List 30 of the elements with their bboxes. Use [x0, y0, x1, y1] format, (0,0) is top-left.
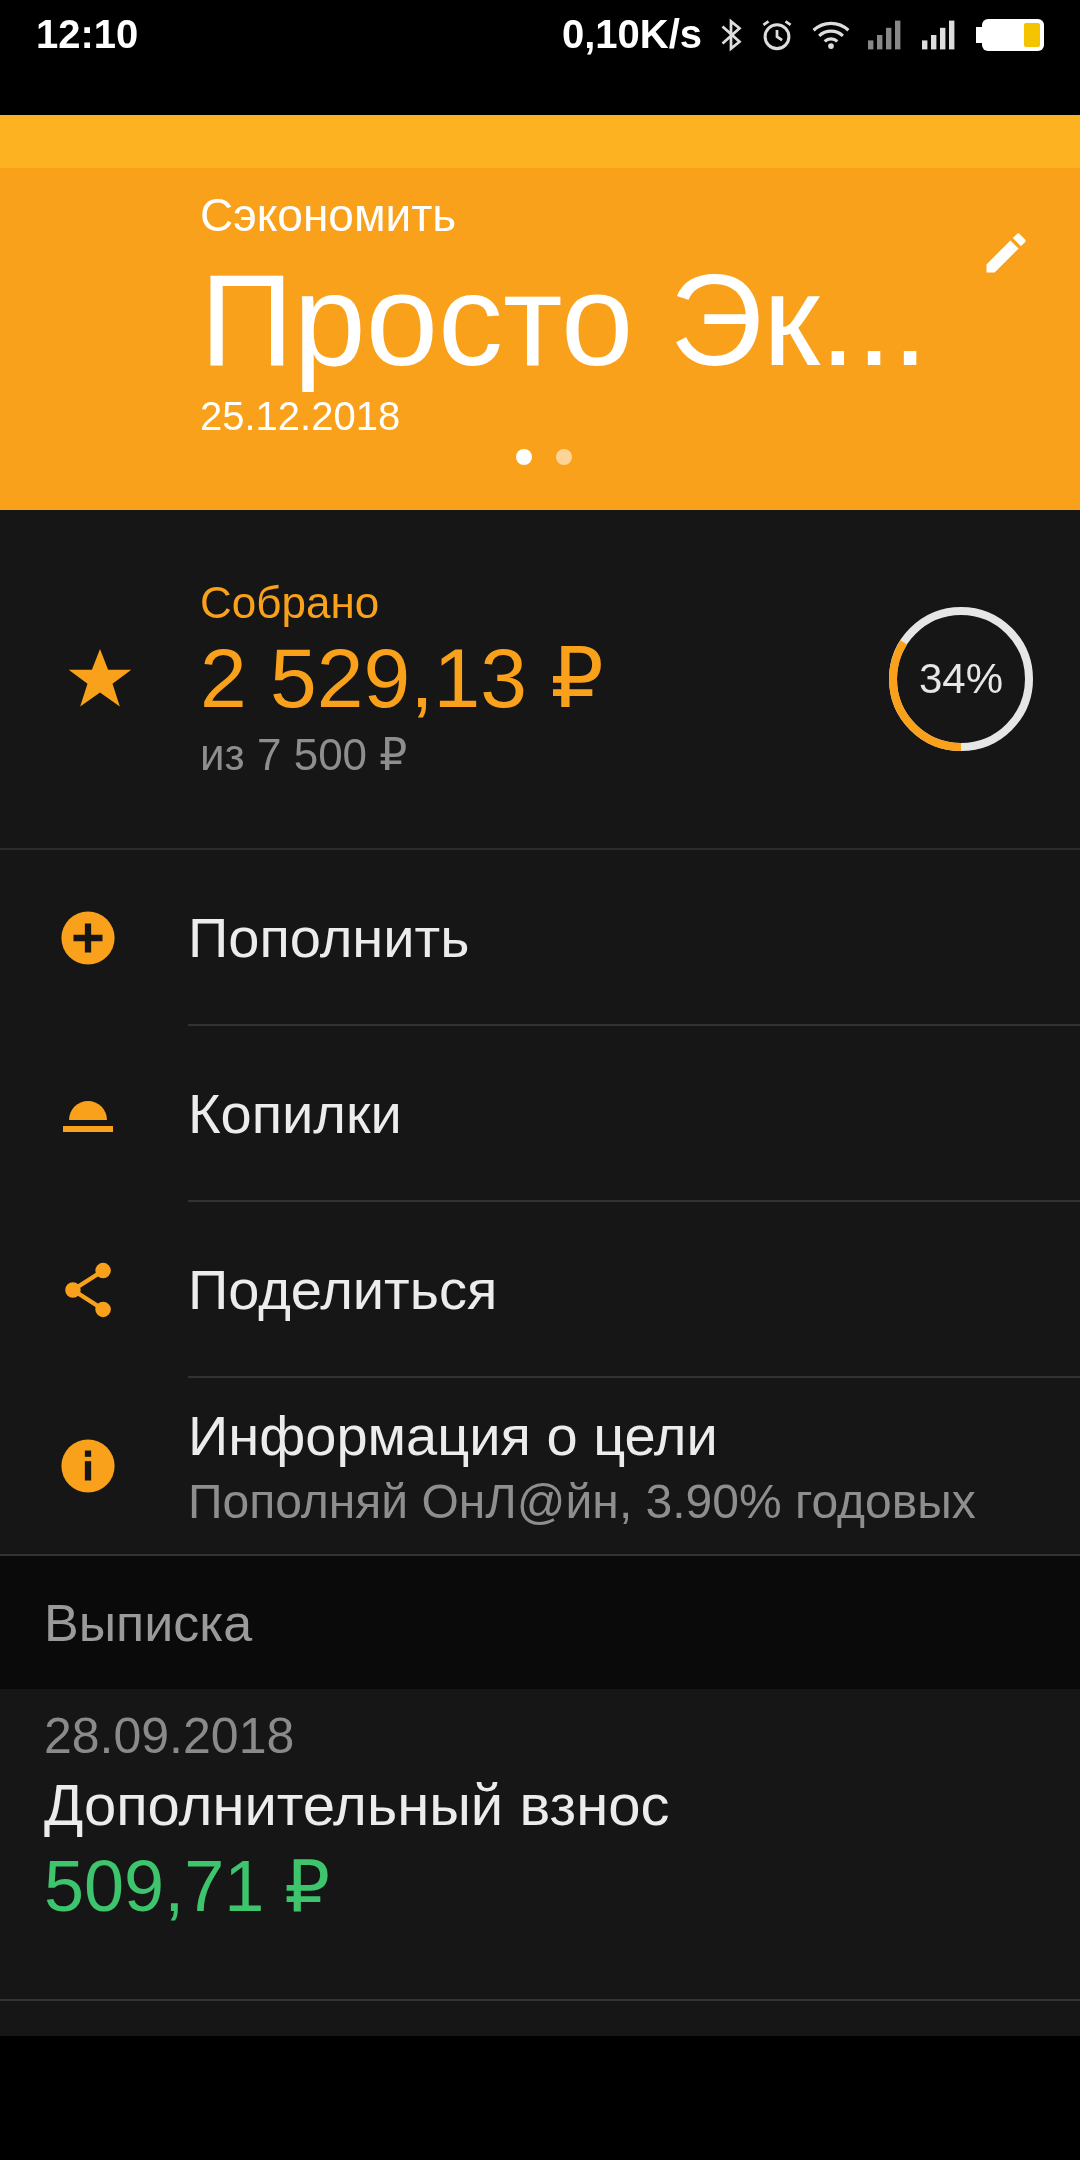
goal-category: Сэкономить: [200, 188, 457, 242]
star-icon: [68, 649, 132, 709]
battery-icon: [976, 18, 1044, 51]
progress-percent: 34%: [918, 655, 1004, 703]
action-label: Пополнить: [188, 904, 471, 970]
info-icon: [59, 1437, 117, 1495]
share-icon: [62, 1262, 114, 1318]
action-item[interactable]: Пополнить: [0, 850, 1080, 1026]
goal-date: 25.12.2018: [200, 394, 401, 439]
action-label: Поделиться: [188, 1256, 499, 1322]
bluetooth-icon: [720, 17, 742, 52]
section-title: Выписка: [44, 1592, 253, 1653]
action-item[interactable]: Информация о цели Пополняй ОнЛ@йн, 3.90% годовых: [0, 1378, 1080, 1554]
collected-label: Собрано: [200, 578, 381, 629]
wifi-icon: [812, 19, 850, 50]
transaction-date: 28.09.2018: [44, 1707, 296, 1765]
plus-circle-icon: [59, 909, 117, 967]
target-amount: из 7 500 ₽: [200, 728, 409, 780]
action-subtitle: Пополняй ОнЛ@йн, 3.90% годовых: [188, 1474, 977, 1529]
action-label: Копилки: [188, 1080, 403, 1146]
action-item[interactable]: Копилки: [0, 1026, 1080, 1202]
action-label: Информация о цели: [188, 1403, 719, 1468]
alarm-icon: [760, 17, 794, 52]
status-time: 12:10: [36, 12, 140, 57]
goal-title: Просто Эк...: [200, 246, 929, 395]
network-speed: 0,10K/s: [561, 12, 702, 57]
transaction-description: Дополнительный взнос: [44, 1771, 671, 1838]
transaction-amount: 509,71 ₽: [44, 1845, 332, 1928]
collected-amount: 2 529,13 ₽: [200, 630, 605, 728]
action-item[interactable]: Поделиться: [0, 1202, 1080, 1378]
